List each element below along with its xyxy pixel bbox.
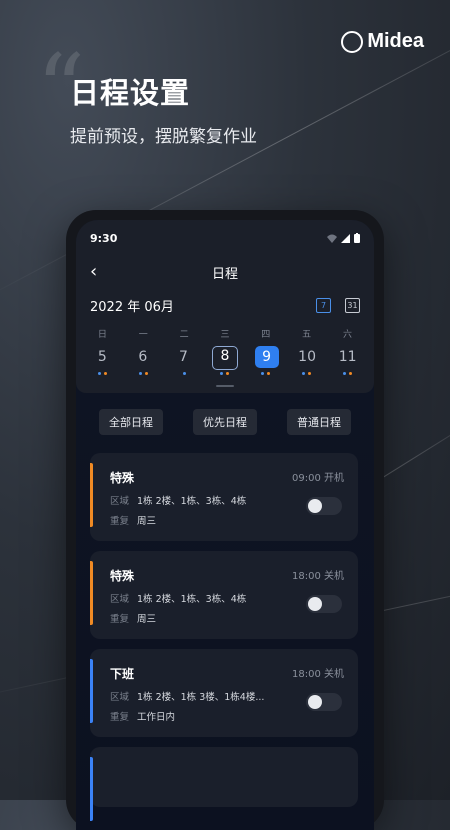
date-cell-selected[interactable]: 9 [254, 346, 279, 368]
filter-priority[interactable]: 优先日程 [193, 409, 257, 435]
weekday-label: 六 [342, 330, 352, 340]
signal-icon [341, 233, 350, 243]
battery-icon [354, 233, 360, 243]
midea-logo-icon [341, 30, 364, 53]
event-dots [253, 370, 279, 375]
status-time: 9:30 [90, 231, 118, 245]
status-bar: 9:30 [76, 220, 374, 256]
brand-name: Midea [367, 30, 424, 52]
back-arrow-icon[interactable]: ‹ [90, 261, 97, 282]
card-area-row: 区域 1栋 2楼、1栋、3栋、4栋 [110, 496, 247, 507]
event-dots [130, 370, 156, 375]
filter-tabs: 全部日程 优先日程 普通日程 [76, 393, 374, 443]
card-title: 特殊 [110, 471, 135, 485]
month-header: 2022 年 06月 7 31 [76, 288, 374, 319]
month-label[interactable]: 2022 年 06月 [90, 296, 174, 315]
date-cell[interactable]: 11 [336, 346, 360, 368]
date-cell-today[interactable]: 8 [211, 346, 238, 370]
phone-mockup: 9:30 ‹ 日程 2022 年 06月 7 31 日 一 二 三 四 五 六 … [66, 210, 384, 830]
card-repeat-row: 重复 工作日内 [110, 712, 176, 723]
date-row: 5 6 7 8 9 10 11 [76, 346, 374, 370]
event-dots [212, 370, 238, 375]
phone-screen: 9:30 ‹ 日程 2022 年 06月 7 31 日 一 二 三 四 五 六 … [76, 220, 374, 830]
filter-normal[interactable]: 普通日程 [287, 409, 351, 435]
card-accent-bar [90, 561, 93, 625]
event-dots [89, 370, 115, 375]
event-dots [171, 370, 197, 375]
drag-handle[interactable] [216, 385, 234, 387]
card-time: 09:00 开机 [292, 473, 344, 484]
card-toggle[interactable] [306, 497, 342, 515]
schedule-card-partial[interactable] [90, 747, 358, 821]
card-time: 18:00 关机 [292, 669, 344, 680]
card-title: 特殊 [110, 569, 135, 583]
card-accent-bar [90, 757, 93, 821]
weekday-label: 日 [97, 330, 107, 340]
card-area-row: 区域 1栋 2楼、1栋、3栋、4栋 [110, 594, 247, 605]
calendar-today-icon[interactable]: 7 [316, 298, 331, 313]
card-repeat-row: 重复 周三 [110, 516, 157, 527]
date-cell[interactable]: 10 [295, 346, 319, 368]
status-icons [327, 233, 360, 243]
event-dots [294, 370, 320, 375]
calendar-month-icon[interactable]: 31 [345, 298, 360, 313]
card-toggle[interactable] [306, 693, 342, 711]
headline-title: 日程设置 [70, 76, 191, 110]
calendar-panel: 9:30 ‹ 日程 2022 年 06月 7 31 日 一 二 三 四 五 六 … [76, 220, 374, 393]
card-title: 下班 [110, 667, 135, 681]
date-cell[interactable]: 6 [131, 346, 155, 368]
weekday-label: 三 [220, 330, 230, 340]
weekday-label: 四 [261, 330, 271, 340]
weekday-label: 五 [302, 330, 312, 340]
event-dot-row [76, 370, 374, 375]
weekday-row: 日 一 二 三 四 五 六 [76, 319, 374, 346]
card-accent-bar [90, 463, 93, 527]
card-repeat-row: 重复 周三 [110, 614, 157, 625]
schedule-card[interactable]: 特殊 18:00 关机 区域 1栋 2楼、1栋、3栋、4栋 重复 周三 [90, 551, 358, 639]
date-cell[interactable]: 7 [171, 346, 195, 368]
weekday-label: 一 [138, 330, 148, 340]
event-dots [334, 370, 360, 375]
date-cell[interactable]: 5 [90, 346, 114, 368]
nav-title: 日程 [211, 266, 238, 282]
schedule-card[interactable]: 下班 18:00 关机 区域 1栋 2楼、1栋 3楼、1栋4楼... 重复 工作日内 [90, 649, 358, 737]
wifi-icon [327, 234, 337, 243]
weekday-label: 二 [179, 330, 189, 340]
schedule-card[interactable]: 特殊 09:00 开机 区域 1栋 2楼、1栋、3栋、4栋 重复 周三 [90, 453, 358, 541]
brand-logo: Midea [341, 30, 424, 53]
headline-subtitle: 提前预设，摆脱繁复作业 [70, 127, 257, 147]
nav-bar: ‹ 日程 [76, 256, 374, 288]
card-accent-bar [90, 659, 93, 723]
filter-all[interactable]: 全部日程 [99, 409, 163, 435]
card-toggle[interactable] [306, 595, 342, 613]
card-area-row: 区域 1栋 2楼、1栋 3楼、1栋4楼... [110, 692, 265, 703]
card-time: 18:00 关机 [292, 571, 344, 582]
